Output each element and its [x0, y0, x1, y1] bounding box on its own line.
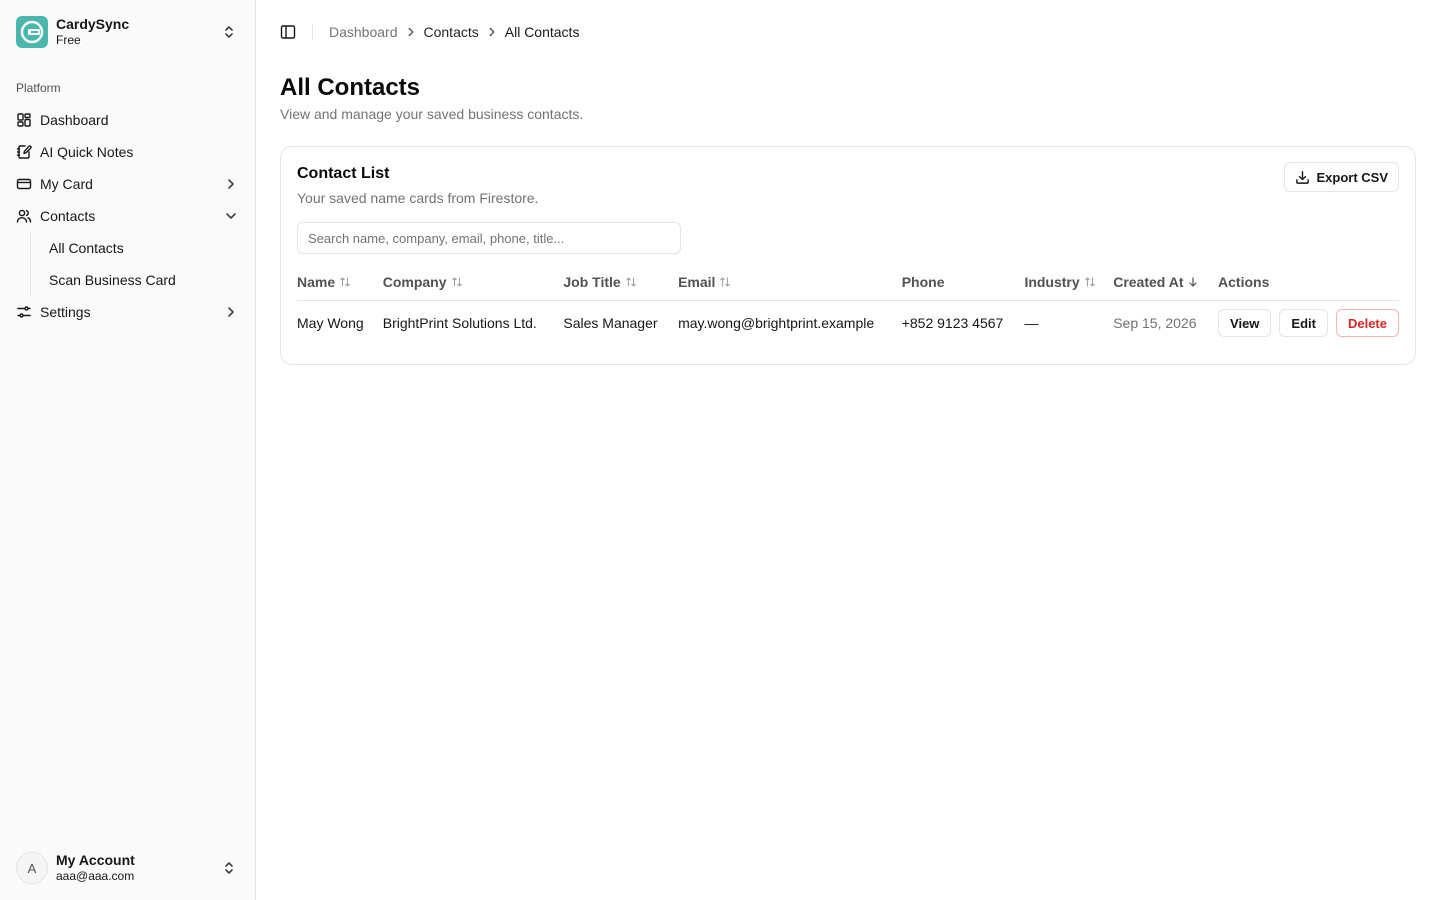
column-header-actions: Actions	[1218, 264, 1399, 301]
avatar: A	[16, 852, 48, 884]
column-header-email[interactable]: Email	[678, 264, 902, 301]
search-input[interactable]	[297, 222, 681, 254]
edit-button[interactable]: Edit	[1279, 309, 1328, 338]
column-label: Industry	[1024, 273, 1080, 290]
cell-name: May Wong	[297, 315, 364, 332]
page-content: All Contacts View and manage your saved …	[256, 64, 1440, 365]
sidebar-item-label: Contacts	[40, 208, 96, 224]
divider	[312, 24, 313, 40]
card-title: Contact List	[297, 165, 390, 182]
column-header-industry[interactable]: Industry	[1024, 264, 1114, 301]
sidebar-item-scan-business-card[interactable]: Scan Business Card	[41, 264, 247, 296]
team-name: CardySync	[56, 16, 130, 32]
cell-email: may.wong@brightprint.example	[678, 315, 875, 332]
sort-arrows-icon	[1084, 277, 1095, 287]
column-label: Name	[297, 273, 336, 290]
sidebar-item-contacts[interactable]: Contacts	[8, 200, 247, 232]
sort-arrows-icon	[720, 277, 731, 287]
account-menu[interactable]: A My Account aaa@aaa.com	[0, 836, 255, 900]
sort-arrows-icon	[625, 277, 636, 287]
page-description: View and manage your saved business cont…	[280, 106, 584, 122]
panel-left-icon	[280, 25, 296, 39]
sidebar-nav: Dashboard AI Quick Notes My Card Contact…	[0, 96, 255, 328]
column-label: Email	[678, 273, 716, 290]
team-plan: Free	[56, 33, 81, 47]
sidebar-item-label: Settings	[40, 304, 91, 320]
sidebar-item-dashboard[interactable]: Dashboard	[8, 104, 247, 136]
sidebar-toggle-button[interactable]	[274, 18, 302, 46]
delete-button[interactable]: Delete	[1335, 309, 1399, 338]
breadcrumb-contacts[interactable]: Contacts	[424, 24, 479, 40]
notebook-pen-icon	[16, 145, 32, 159]
sidebar-item-label: Dashboard	[40, 112, 109, 128]
chevron-down-icon	[226, 213, 236, 219]
export-csv-label: Export CSV	[1316, 169, 1388, 185]
breadcrumb-current: All Contacts	[504, 24, 580, 40]
sidebar-item-my-card[interactable]: My Card	[8, 168, 247, 200]
export-csv-button[interactable]: Export CSV	[1284, 162, 1399, 192]
column-label: Phone	[901, 273, 945, 290]
column-label: Company	[382, 273, 447, 290]
card-description: Your saved name cards from Firestore.	[297, 190, 539, 206]
cell-actions: View Edit Delete	[1218, 300, 1399, 346]
cardysync-logo-icon	[16, 16, 48, 48]
sidebar-item-label: My Card	[40, 176, 93, 192]
column-header-phone: Phone	[901, 264, 1025, 301]
team-switcher[interactable]: CardySync Free	[0, 0, 255, 64]
cell-phone: +852 9123 4567	[901, 315, 1004, 332]
sidebar-item-label: AI Quick Notes	[40, 144, 134, 160]
column-header-job-title[interactable]: Job Title	[563, 264, 679, 301]
page-title: All Contacts	[280, 74, 421, 101]
chevrons-up-down-icon	[225, 862, 233, 874]
sidebar-group-label: Platform	[16, 81, 61, 95]
account-name: My Account	[56, 852, 135, 868]
column-header-created-at[interactable]: Created At	[1113, 264, 1219, 301]
arrow-down-icon	[1189, 277, 1198, 287]
column-label: Actions	[1218, 273, 1270, 290]
column-label: Job Title	[563, 273, 621, 290]
column-label: Created At	[1113, 273, 1184, 290]
contacts-submenu: All Contacts Scan Business Card	[30, 232, 247, 296]
users-icon	[16, 209, 32, 223]
cell-company: BrightPrint Solutions Ltd.	[382, 315, 537, 332]
credit-card-icon	[16, 178, 32, 190]
chevron-right-icon	[408, 27, 413, 37]
download-icon	[1296, 170, 1310, 184]
chevron-right-icon	[228, 179, 234, 189]
breadcrumb-dashboard[interactable]: Dashboard	[329, 24, 398, 40]
sidebar-item-settings[interactable]: Settings	[8, 296, 247, 328]
account-email: aaa@aaa.com	[56, 869, 135, 883]
chevron-right-icon	[228, 307, 234, 317]
table-header-row: Name Company Job Title Email Phone Indus…	[297, 264, 1399, 301]
column-header-company[interactable]: Company	[382, 264, 564, 301]
sort-arrows-icon	[340, 277, 350, 287]
sidebar: CardySync Free Platform Dashboard AI Qui…	[0, 0, 256, 900]
contact-list-card: Contact List Your saved name cards from …	[280, 146, 1416, 365]
breadcrumb: Dashboard Contacts All Contacts	[329, 24, 579, 40]
settings-sliders-icon	[17, 306, 31, 318]
table-row: May Wong BrightPrint Solutions Ltd. Sale…	[297, 300, 1399, 346]
sort-arrows-icon	[451, 277, 462, 287]
cell-created-at: Sep 15, 2026	[1113, 315, 1197, 332]
main-content: Dashboard Contacts All Contacts All Cont…	[256, 0, 1440, 900]
sidebar-item-ai-quick-notes[interactable]: AI Quick Notes	[8, 136, 247, 168]
column-header-name[interactable]: Name	[297, 264, 383, 301]
layout-dashboard-icon	[17, 113, 31, 127]
chevron-right-icon	[489, 27, 495, 37]
sidebar-item-all-contacts[interactable]: All Contacts	[41, 232, 247, 264]
topbar: Dashboard Contacts All Contacts	[256, 0, 1440, 64]
contacts-table: Name Company Job Title Email Phone Indus…	[297, 264, 1399, 346]
chevrons-up-down-icon	[225, 26, 233, 38]
cell-industry: —	[1024, 315, 1039, 332]
cell-job-title: Sales Manager	[563, 315, 658, 332]
view-button[interactable]: View	[1218, 309, 1272, 338]
